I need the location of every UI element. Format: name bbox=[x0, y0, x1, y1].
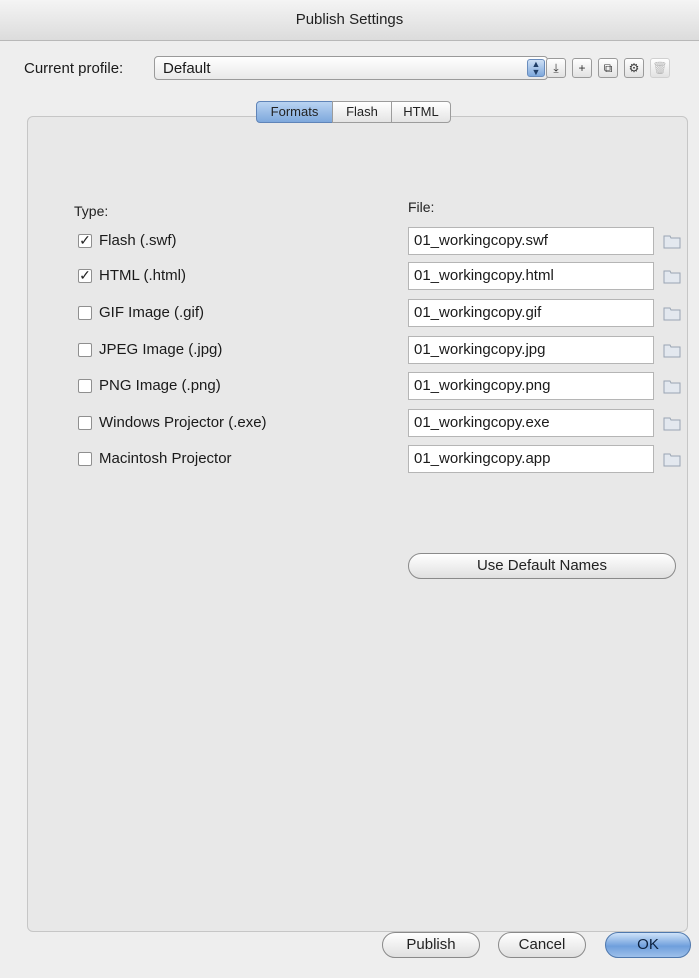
profile-select[interactable]: Default ▲ ▼ bbox=[154, 56, 548, 80]
title-bar[interactable]: Publish Settings bbox=[0, 0, 699, 41]
file-field-png[interactable]: 01_workingcopy.png bbox=[408, 372, 654, 400]
checkbox-mac-projector[interactable] bbox=[78, 452, 92, 466]
file-field-mac-projector-value: 01_workingcopy.app bbox=[414, 450, 551, 467]
file-field-windows-projector[interactable]: 01_workingcopy.exe bbox=[408, 409, 654, 437]
format-label-flash: Flash (.swf) bbox=[99, 232, 177, 249]
file-field-gif[interactable]: 01_workingcopy.gif bbox=[408, 299, 654, 327]
folder-icon[interactable] bbox=[663, 342, 681, 358]
file-field-mac-projector[interactable]: 01_workingcopy.app bbox=[408, 445, 654, 473]
file-field-html[interactable]: 01_workingcopy.html bbox=[408, 262, 654, 290]
publish-settings-dialog: Publish Settings Current profile: Defaul… bbox=[0, 0, 699, 978]
folder-icon[interactable] bbox=[663, 305, 681, 321]
import-export-icon[interactable]: ⤓ bbox=[546, 58, 566, 78]
folder-icon[interactable] bbox=[663, 233, 681, 249]
format-label-png: PNG Image (.png) bbox=[99, 377, 221, 394]
format-label-windows-projector: Windows Projector (.exe) bbox=[99, 414, 267, 431]
profile-toolbar: ⤓ + ⧉ ⚙ 🗑 bbox=[546, 58, 686, 80]
delete-profile-icon[interactable]: 🗑 bbox=[650, 58, 670, 78]
file-field-windows-projector-value: 01_workingcopy.exe bbox=[414, 414, 550, 431]
chevron-updown-icon: ▲ ▼ bbox=[527, 59, 545, 77]
tab-html[interactable]: HTML bbox=[391, 101, 451, 123]
format-label-jpeg: JPEG Image (.jpg) bbox=[99, 341, 223, 358]
file-field-png-value: 01_workingcopy.png bbox=[414, 377, 551, 394]
folder-icon[interactable] bbox=[663, 415, 681, 431]
publish-button[interactable]: Publish bbox=[382, 932, 480, 958]
add-profile-icon[interactable]: + bbox=[572, 58, 592, 78]
file-field-html-value: 01_workingcopy.html bbox=[414, 267, 554, 284]
type-column-label: Type: bbox=[74, 203, 109, 219]
duplicate-profile-icon[interactable]: ⧉ bbox=[598, 58, 618, 78]
checkbox-gif[interactable] bbox=[78, 306, 92, 320]
checkbox-flash[interactable]: ✓ bbox=[78, 233, 92, 248]
tab-flash[interactable]: Flash bbox=[332, 101, 392, 123]
format-label-gif: GIF Image (.gif) bbox=[99, 304, 205, 321]
cancel-button[interactable]: Cancel bbox=[498, 932, 586, 958]
file-field-jpeg-value: 01_workingcopy.jpg bbox=[414, 341, 546, 358]
folder-icon[interactable] bbox=[663, 451, 681, 467]
profile-select-value: Default bbox=[163, 60, 211, 77]
file-field-jpeg[interactable]: 01_workingcopy.jpg bbox=[408, 336, 654, 364]
tab-formats[interactable]: Formats bbox=[256, 101, 333, 123]
checkbox-png[interactable] bbox=[78, 379, 92, 393]
checkbox-jpeg[interactable] bbox=[78, 343, 92, 357]
use-default-names-button[interactable]: Use Default Names bbox=[408, 553, 676, 579]
format-label-mac-projector: Macintosh Projector bbox=[99, 450, 232, 467]
folder-icon[interactable] bbox=[663, 378, 681, 394]
file-field-flash[interactable]: 01_workingcopy.swf bbox=[408, 227, 654, 255]
profile-label: Current profile: bbox=[24, 60, 124, 77]
ok-button[interactable]: OK bbox=[605, 932, 691, 958]
format-label-html: HTML (.html) bbox=[99, 267, 186, 284]
file-field-flash-value: 01_workingcopy.swf bbox=[414, 232, 548, 249]
window-title: Publish Settings bbox=[295, 11, 404, 28]
folder-icon[interactable] bbox=[663, 268, 681, 284]
file-field-gif-value: 01_workingcopy.gif bbox=[414, 304, 542, 321]
checkbox-windows-projector[interactable] bbox=[78, 416, 92, 430]
checkbox-html[interactable]: ✓ bbox=[78, 268, 92, 283]
profile-settings-icon[interactable]: ⚙ bbox=[624, 58, 644, 78]
file-column-label: File: bbox=[408, 199, 435, 215]
